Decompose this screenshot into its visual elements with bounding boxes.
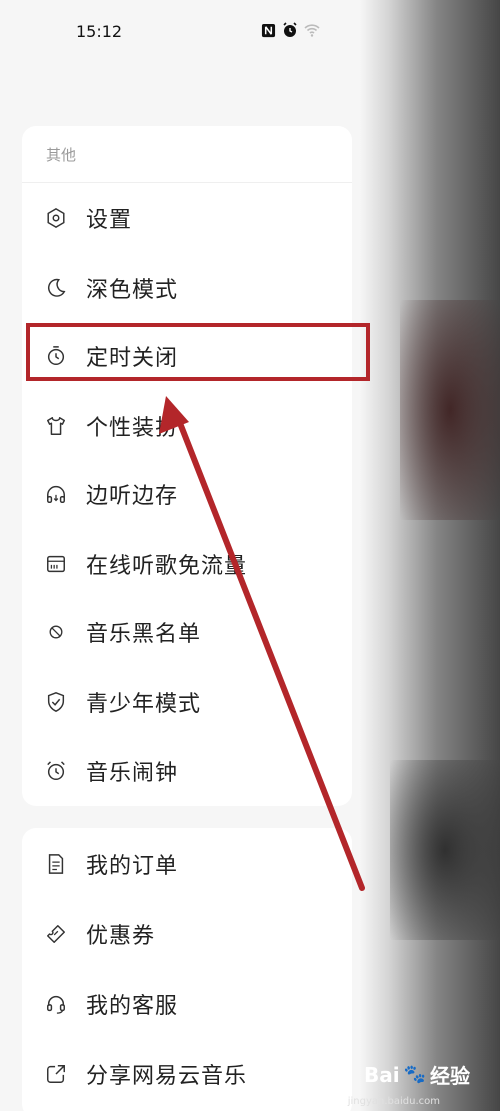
menu-item-label: 我的客服 <box>86 994 179 1019</box>
menu-item-share-app[interactable]: 分享网易云音乐 <box>22 1046 352 1102</box>
menu-item-free-data[interactable]: 在线听歌免流量 <box>22 536 352 592</box>
menu-item-label: 音乐黑名单 <box>86 622 202 647</box>
alarm-icon <box>282 22 298 38</box>
menu-item-label: 个性装扮 <box>86 416 179 441</box>
shield-check-icon <box>45 691 67 713</box>
watermark-url: jingyan.baidu.com <box>347 1096 440 1107</box>
headphones-icon <box>45 483 67 505</box>
menu-item-label: 我的订单 <box>86 854 179 879</box>
coupon-icon <box>45 923 67 945</box>
highlight-box <box>26 323 370 381</box>
account-section-card: 我的订单 优惠券 我的客服 分享网易云音乐 <box>22 828 352 1111</box>
moon-icon <box>45 277 67 299</box>
menu-item-listen-and-save[interactable]: 边听边存 <box>22 466 352 522</box>
menu-item-music-alarm[interactable]: 音乐闹钟 <box>22 743 352 799</box>
paw-icon: 🐾 <box>403 1064 426 1085</box>
status-time: 15:12 <box>76 22 123 41</box>
watermark-logo: Bai 🐾 经验 <box>364 1060 470 1089</box>
blurred-shape <box>390 760 500 940</box>
menu-item-music-blacklist[interactable]: 音乐黑名单 <box>22 604 352 660</box>
screen: 15:12 其他 设置 深色模式 定时关闭 个性装扮 边听边存 在线听歌免流量 … <box>0 0 500 1111</box>
status-bar: 15:12 <box>0 18 360 48</box>
hexagon-settings-icon <box>45 207 67 229</box>
menu-item-dark-mode[interactable]: 深色模式 <box>22 260 352 316</box>
menu-item-my-orders[interactable]: 我的订单 <box>22 836 352 892</box>
section-title: 其他 <box>46 146 77 164</box>
sim-card-icon <box>45 553 67 575</box>
blurred-background-content[interactable] <box>360 0 500 1111</box>
menu-item-customer-service[interactable]: 我的客服 <box>22 976 352 1032</box>
nfc-icon <box>260 22 276 38</box>
side-drawer: 15:12 其他 设置 深色模式 定时关闭 个性装扮 边听边存 在线听歌免流量 … <box>0 0 360 1111</box>
menu-item-settings[interactable]: 设置 <box>22 190 352 246</box>
watermark-brand: Bai <box>363 1062 400 1087</box>
menu-item-label: 设置 <box>86 208 133 233</box>
menu-item-label: 分享网易云音乐 <box>86 1064 248 1089</box>
menu-item-teen-mode[interactable]: 青少年模式 <box>22 674 352 730</box>
order-document-icon <box>45 853 67 875</box>
blurred-shape <box>400 300 500 520</box>
share-icon <box>45 1063 67 1085</box>
alarm-clock-icon <box>45 760 67 782</box>
tshirt-icon <box>45 415 67 437</box>
watermark-brand-suffix: 经验 <box>430 1064 470 1088</box>
menu-item-label: 深色模式 <box>86 278 179 303</box>
wifi-icon <box>304 22 320 38</box>
menu-item-label: 优惠券 <box>86 924 156 949</box>
menu-item-label: 边听边存 <box>86 484 179 509</box>
other-section-card: 其他 设置 深色模式 定时关闭 个性装扮 边听边存 在线听歌免流量 音乐黑名单 … <box>22 126 352 806</box>
menu-item-themes[interactable]: 个性装扮 <box>22 398 352 454</box>
block-icon <box>45 621 67 643</box>
menu-item-coupons[interactable]: 优惠券 <box>22 906 352 962</box>
menu-item-label: 在线听歌免流量 <box>86 554 248 579</box>
status-icons <box>260 22 320 38</box>
menu-item-label: 音乐闹钟 <box>86 761 179 786</box>
menu-item-label: 青少年模式 <box>86 692 202 717</box>
headset-icon <box>45 993 67 1015</box>
divider <box>22 182 352 183</box>
